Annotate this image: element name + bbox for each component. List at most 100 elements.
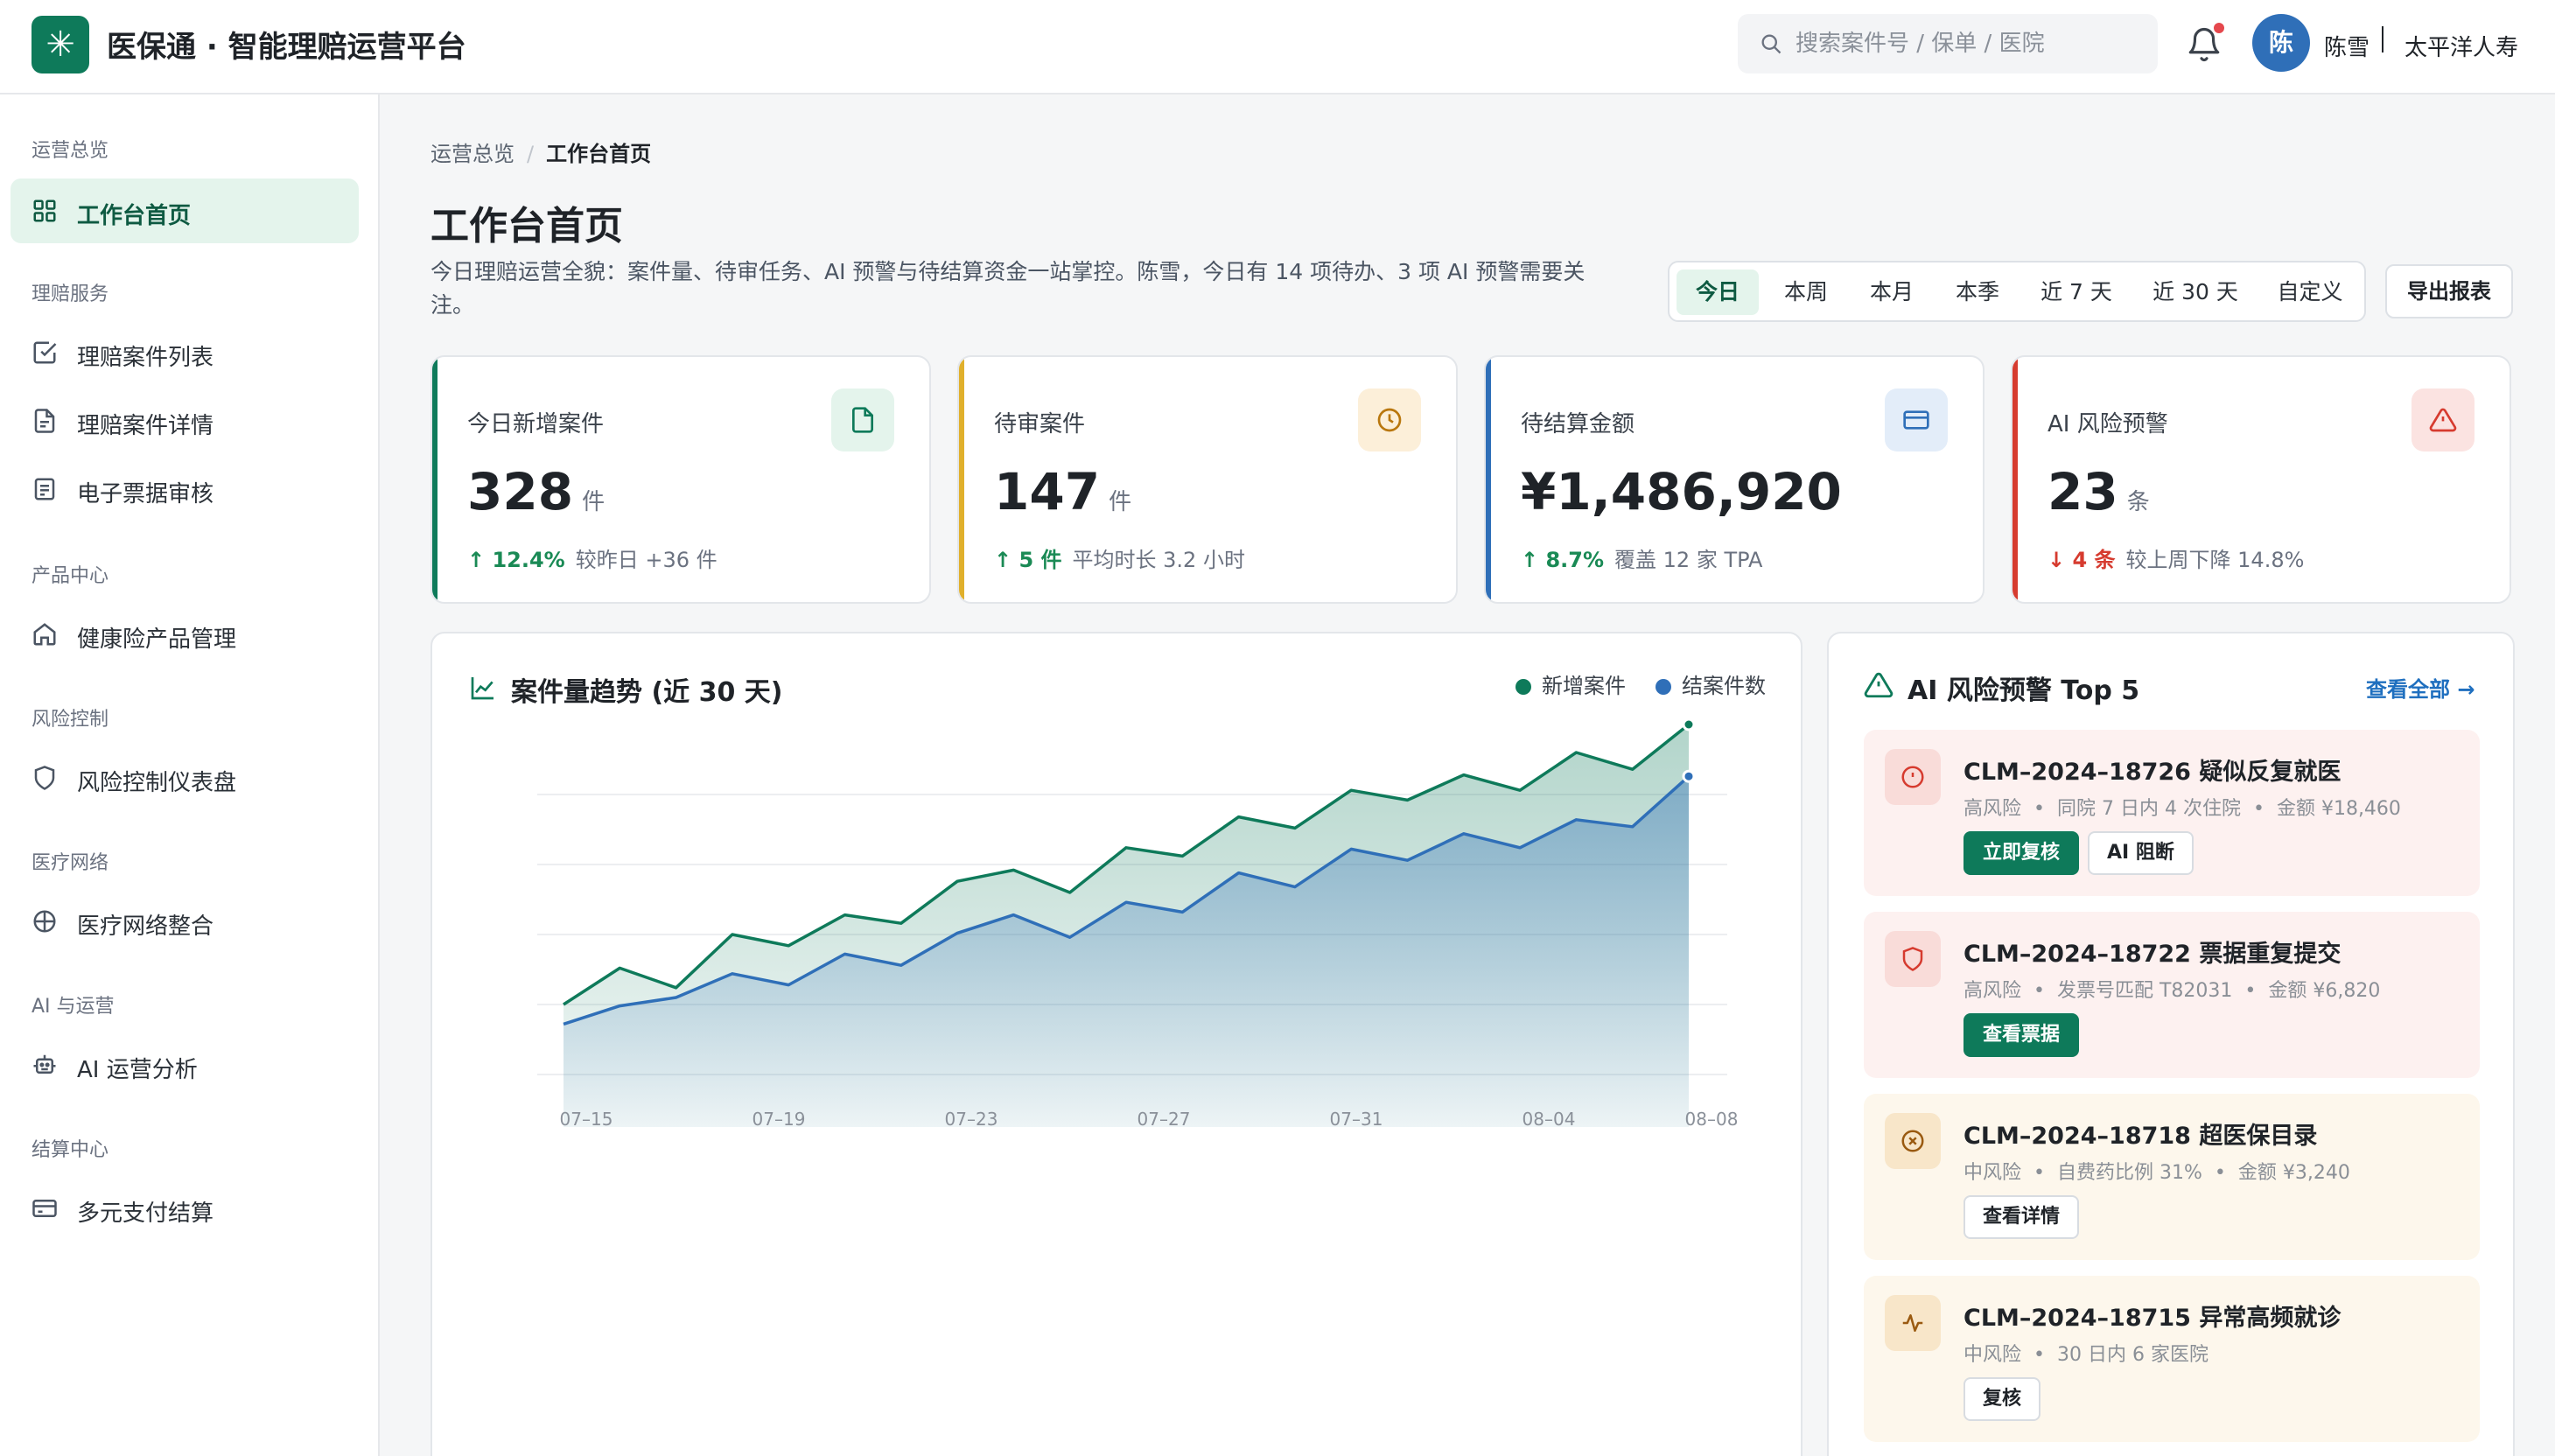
kpi-note: 较昨日 +36 件 bbox=[575, 548, 718, 572]
alert-icon-box bbox=[1885, 931, 1941, 987]
warning-icon bbox=[1864, 672, 1894, 698]
alert-title[interactable]: CLM–2024–18722 票据重复提交 bbox=[1964, 934, 2341, 969]
alert-actions: 复核 bbox=[1964, 1377, 2041, 1421]
tab-month[interactable]: 本月 bbox=[1852, 270, 1932, 315]
page-description: 今日理赔运营全貌：案件量、待审任务、AI 预警与待结算资金一站掌控。陈雪，今日有… bbox=[430, 259, 1586, 318]
kpi-card-pending-cases[interactable]: 待审案件 147 件 ↑ 5 件平均时长 3.2 小时 bbox=[957, 355, 1458, 604]
review-button[interactable]: 复核 bbox=[1964, 1377, 2041, 1421]
view-invoice-button[interactable]: 查看票据 bbox=[1964, 1013, 2080, 1057]
kpi-value: 147 件 bbox=[994, 462, 1132, 522]
kpi-card-new-cases[interactable]: 今日新增案件 328 件 ↑ 12.4% 较昨日 +36 件 bbox=[430, 355, 931, 604]
x-tick-label: 07–15 bbox=[560, 1109, 613, 1130]
kpi-card-pending-settlement[interactable]: 待结算金额 ¥1,486,920 ↑ 8.7% 覆盖 12 家 TPA bbox=[1484, 355, 1984, 604]
sidebar-item-ai-analytics[interactable]: AI 运营分析 bbox=[10, 1032, 359, 1097]
tab-week[interactable]: 本周 bbox=[1766, 270, 1846, 315]
kpi-footnote: ↑ 5 件平均时长 3.2 小时 bbox=[994, 542, 1245, 573]
kpi-label: 待结算金额 bbox=[1521, 411, 1635, 438]
sidebar-item-label: 理赔案件详情 bbox=[77, 413, 214, 439]
alert-item[interactable]: CLM–2024–18715 异常高频就诊 中风险 • 30 日内 6 家医院 复核 bbox=[1864, 1276, 2480, 1442]
app-logo[interactable]: ✳ bbox=[32, 16, 89, 74]
sidebar-item-claim-detail[interactable]: 理赔案件详情 bbox=[10, 388, 359, 453]
pulse-icon bbox=[1902, 1314, 1923, 1332]
search-input[interactable] bbox=[1796, 14, 2146, 74]
view-details-button[interactable]: 查看详情 bbox=[1964, 1195, 2080, 1239]
tab-quarter[interactable]: 本季 bbox=[1937, 270, 2018, 315]
robot-icon bbox=[33, 1054, 56, 1074]
tab-custom[interactable]: 自定义 bbox=[2263, 270, 2357, 315]
sidebar-item-label: 风险控制仪表盘 bbox=[77, 770, 237, 796]
series-closed-cases-endpoint[interactable] bbox=[1682, 769, 1696, 783]
sidebar-item-claims-list[interactable]: 理赔案件列表 bbox=[10, 320, 359, 385]
kpi-unit: 条 bbox=[2126, 489, 2150, 515]
x-circle-icon bbox=[1901, 1130, 1924, 1152]
alert-item[interactable]: CLM–2024–18722 票据重复提交 高风险 • 发票号匹配 T82031 • 金… bbox=[1864, 912, 2480, 1078]
alert-meta: 中风险 • 自费药比例 31% • 金额 ¥3,240 bbox=[1964, 1162, 2350, 1184]
kpi-delta: ↑ 8.7% bbox=[1521, 548, 1605, 572]
series-new-cases-endpoint[interactable] bbox=[1682, 718, 1696, 732]
alert-meta: 高风险 • 同院 7 日内 4 次住院 • 金额 ¥18,460 bbox=[1964, 798, 2401, 820]
sidebar-item-e-invoice[interactable]: 电子票据审核 bbox=[10, 457, 359, 522]
alert-item[interactable]: CLM–2024–18718 超医保目录 中风险 • 自费药比例 31% • 金额 ¥3… bbox=[1864, 1094, 2480, 1260]
alert-actions: 立即复核 AI 阻断 bbox=[1964, 831, 2194, 875]
trend-chart-card: 07–15 07–19 07–23 07–27 07–31 08–04 08–08 案件量趋… bbox=[430, 632, 1802, 1456]
breadcrumb-parent[interactable]: 运营总览 bbox=[430, 142, 514, 166]
app-title: 医保通 · 智能理赔运营平台 bbox=[107, 30, 466, 65]
shield-icon bbox=[34, 766, 55, 790]
trend-line-icon bbox=[471, 677, 494, 700]
sidebar-item-label: 健康险产品管理 bbox=[77, 626, 237, 653]
alert-title[interactable]: CLM–2024–18726 疑似反复就医 bbox=[1964, 752, 2341, 787]
range-tabs: 今日 本周 本月 本季 近 7 天 近 30 天 自定义 bbox=[1668, 261, 2366, 322]
x-tick-label: 07–23 bbox=[945, 1109, 998, 1130]
search-box[interactable] bbox=[1738, 14, 2158, 74]
x-tick-label: 08–08 bbox=[1685, 1109, 1739, 1130]
tab-today[interactable]: 今日 bbox=[1676, 270, 1759, 315]
tab-last-7-days[interactable]: 近 7 天 bbox=[2025, 270, 2128, 315]
kpi-delta: ↑ 12.4% bbox=[467, 548, 565, 572]
alert-meta: 高风险 • 发票号匹配 T82031 • 金额 ¥6,820 bbox=[1964, 980, 2381, 1002]
alert-title[interactable]: CLM–2024–18718 超医保目录 bbox=[1964, 1116, 2317, 1151]
nav-group-label: 运营总览 bbox=[32, 140, 109, 162]
alert-title[interactable]: CLM–2024–18715 异常高频就诊 bbox=[1964, 1298, 2341, 1333]
legend-item-closed-cases[interactable]: 结案件数 bbox=[1656, 668, 1766, 699]
sidebar-item-label: 理赔案件列表 bbox=[77, 345, 214, 371]
alert-item[interactable]: CLM–2024–18726 疑似反复就医 高风险 • 同院 7 日内 4 次住院 •… bbox=[1864, 730, 2480, 896]
card-accent bbox=[959, 357, 964, 602]
sidebar-item-settlement[interactable]: 多元支付结算 bbox=[10, 1176, 359, 1241]
ai-block-button[interactable]: AI 阻断 bbox=[2088, 831, 2194, 875]
review-now-button[interactable]: 立即复核 bbox=[1964, 831, 2080, 875]
kpi-delta: ↓ 4 条 bbox=[2048, 548, 2116, 572]
sidebar-item-medical-network[interactable]: 医疗网络整合 bbox=[10, 889, 359, 954]
kpi-icon-box bbox=[2412, 388, 2474, 452]
kpi-note: 覆盖 12 家 TPA bbox=[1614, 548, 1763, 572]
kpi-icon-box bbox=[1885, 388, 1948, 452]
document-icon bbox=[852, 407, 873, 433]
nav-group-label: 结算中心 bbox=[32, 1139, 109, 1161]
kpi-unit: 件 bbox=[1109, 489, 1132, 515]
legend-dot bbox=[1656, 679, 1671, 695]
kpi-value: 23 条 bbox=[2048, 462, 2150, 522]
notification-dot bbox=[2214, 23, 2224, 33]
x-tick-label: 07–27 bbox=[1138, 1109, 1191, 1130]
avatar[interactable]: 陈 bbox=[2252, 14, 2310, 72]
sidebar-item-label: 医疗网络整合 bbox=[77, 914, 214, 940]
document-icon bbox=[34, 409, 55, 433]
kpi-label: AI 风险预警 bbox=[2048, 411, 2168, 438]
search-icon bbox=[1761, 34, 1782, 54]
nav-group-label: 产品中心 bbox=[32, 565, 109, 587]
view-all-link[interactable]: 查看全部 → bbox=[2366, 672, 2474, 703]
card-accent bbox=[1486, 357, 1491, 602]
sidebar-item-risk-dashboard[interactable]: 风险控制仪表盘 bbox=[10, 746, 359, 810]
home-icon bbox=[33, 623, 56, 646]
kpi-value: 328 件 bbox=[467, 462, 606, 522]
legend-item-new-cases[interactable]: 新增案件 bbox=[1516, 668, 1626, 699]
sidebar-item-product-management[interactable]: 健康险产品管理 bbox=[10, 602, 359, 667]
tab-last-30-days[interactable]: 近 30 天 bbox=[2135, 270, 2256, 315]
nav-group-label: 医疗网络 bbox=[32, 852, 109, 874]
sidebar-item-label: 电子票据审核 bbox=[77, 481, 214, 508]
export-report-button[interactable]: 导出报表 bbox=[2385, 264, 2513, 318]
sidebar-item-dashboard[interactable]: 工作台首页 bbox=[10, 178, 359, 243]
card-icon bbox=[1903, 410, 1929, 430]
user-name[interactable]: 陈雪 bbox=[2324, 30, 2370, 62]
kpi-card-ai-alerts[interactable]: AI 风险预警 23 条 ↓ 4 条较上周下降 14.8% bbox=[2011, 355, 2511, 604]
nav-group-label: AI 与运营 bbox=[32, 996, 115, 1018]
